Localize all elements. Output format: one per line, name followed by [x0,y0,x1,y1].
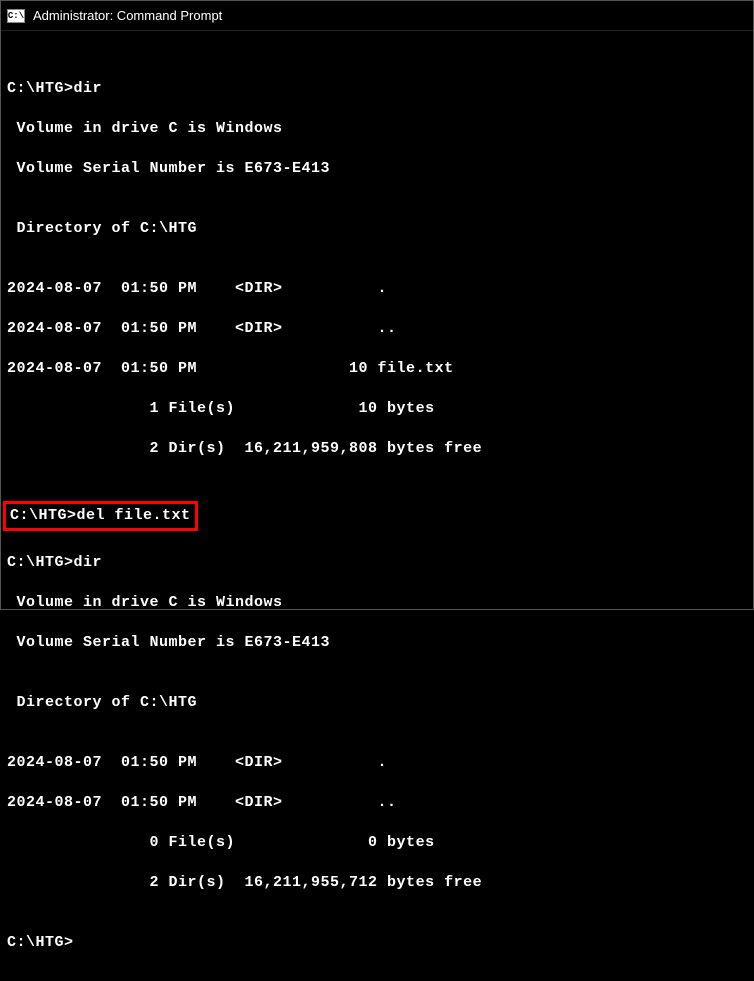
terminal-line: 2 Dir(s) 16,211,955,712 bytes free [7,873,747,893]
terminal-line: 2024-08-07 01:50 PM <DIR> . [7,279,747,299]
terminal-line: 0 File(s) 0 bytes [7,833,747,853]
terminal-line-prompt: C:\HTG> [7,933,747,953]
terminal-line: Volume in drive C is Windows [7,119,747,139]
terminal-line: Volume in drive C is Windows [7,593,747,613]
terminal-line: 2024-08-07 01:50 PM <DIR> . [7,753,747,773]
terminal-line-prompt: C:\HTG>dir [7,79,747,99]
window-title: Administrator: Command Prompt [33,8,222,23]
cmd-icon: C:\ [7,9,25,23]
terminal-output[interactable]: C:\HTG>dir Volume in drive C is Windows … [1,31,753,981]
highlighted-command: C:\HTG>del file.txt [3,501,198,531]
titlebar[interactable]: C:\ Administrator: Command Prompt [1,1,753,31]
terminal-line: 1 File(s) 10 bytes [7,399,747,419]
terminal-line: Directory of C:\HTG [7,693,747,713]
terminal-line: 2 Dir(s) 16,211,959,808 bytes free [7,439,747,459]
terminal-line: 2024-08-07 01:50 PM 10 file.txt [7,359,747,379]
terminal-line: Directory of C:\HTG [7,219,747,239]
terminal-line: Volume Serial Number is E673-E413 [7,159,747,179]
terminal-line: 2024-08-07 01:50 PM <DIR> .. [7,319,747,339]
terminal-line: 2024-08-07 01:50 PM <DIR> .. [7,793,747,813]
terminal-line: Volume Serial Number is E673-E413 [7,633,747,653]
terminal-line-prompt: C:\HTG>dir [7,553,747,573]
